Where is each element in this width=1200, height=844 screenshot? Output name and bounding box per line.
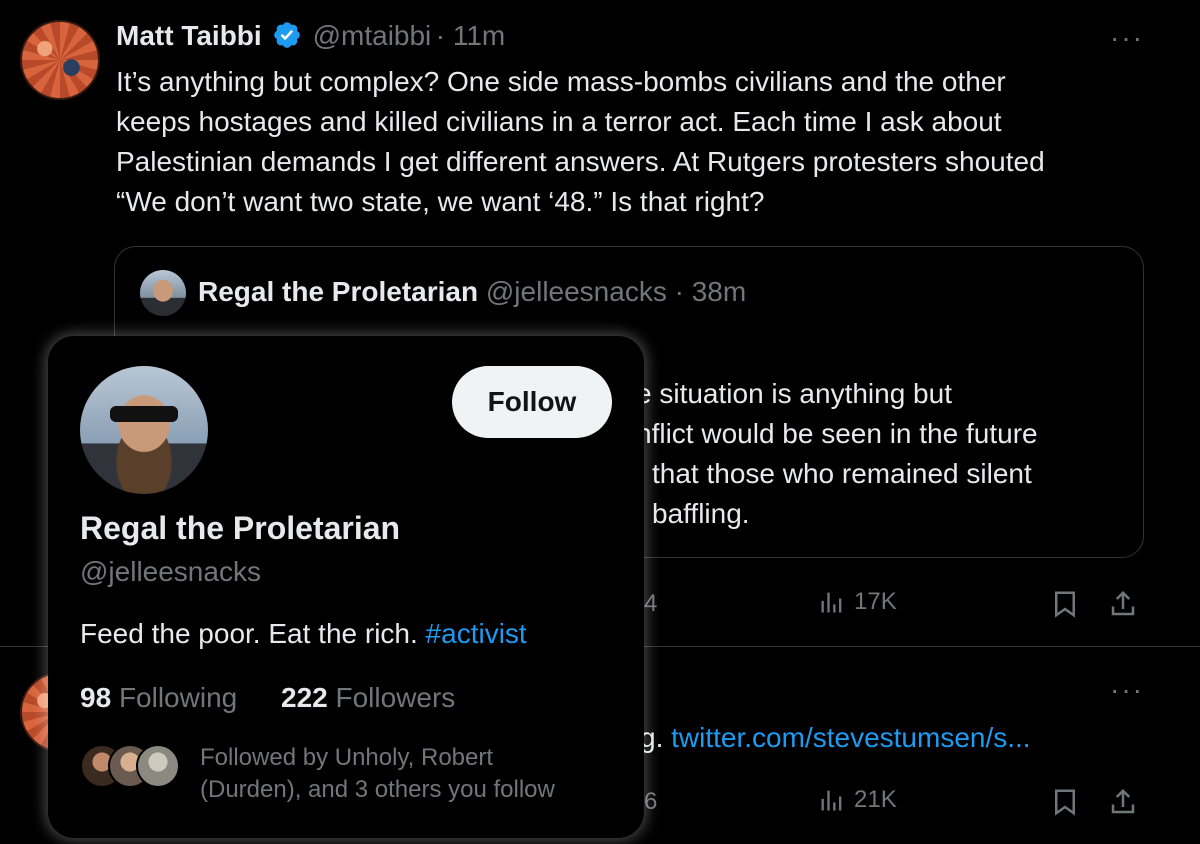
quoted-time[interactable]: · 38m — [675, 276, 747, 307]
followers-label: Followers — [335, 682, 456, 713]
followed-by-avatars[interactable] — [80, 742, 180, 788]
following-label: Following — [118, 682, 238, 713]
profile-hover-card: Follow Regal the Proletarian @jelleesnac… — [48, 336, 644, 838]
following-count: 98 — [80, 682, 112, 713]
views-action[interactable]: 17K — [818, 588, 897, 616]
hover-card-avatar[interactable] — [80, 366, 208, 494]
bookmark-icon[interactable] — [1050, 588, 1080, 620]
follow-button[interactable]: Follow — [452, 366, 612, 438]
quoted-line: nflict would be seen in the future — [636, 418, 1038, 449]
second-tweet-text: g. twitter.com/stevestumsen/s... — [640, 718, 1031, 758]
quoted-header: Regal the Proletarian @jelleesnacks · 38… — [198, 276, 746, 308]
quoted-avatar[interactable] — [140, 270, 186, 316]
tweet-line: Palestinian demands I get different answ… — [116, 146, 1045, 177]
author-handle[interactable]: @mtaibbi — [313, 20, 432, 51]
hover-card-bio: Feed the poor. Eat the rich. #activist — [80, 618, 527, 650]
follower-avatar — [136, 744, 180, 788]
reply-count-partial: 4 — [644, 590, 658, 617]
quoted-line: baffling. — [652, 498, 750, 529]
quoted-author-name[interactable]: Regal the Proletarian — [198, 276, 478, 307]
tweet-line: It’s anything but complex? One side mass… — [116, 66, 1006, 97]
quoted-line: that those who remained silent — [652, 458, 1032, 489]
tweet-body: It’s anything but complex? One side mass… — [116, 62, 1176, 222]
followed-by-line: (Durden), and 3 others you follow — [200, 776, 555, 803]
hover-card-handle[interactable]: @jelleesnacks — [80, 556, 261, 588]
followed-by-line: Followed by Unholy, Robert — [200, 744, 494, 771]
second-share-icon[interactable] — [1108, 786, 1138, 818]
matt-taibbi-avatar[interactable] — [20, 20, 100, 100]
tweet-time[interactable]: · 11m — [436, 20, 506, 51]
second-views-count: 21K — [854, 786, 897, 813]
verified-badge-icon — [274, 22, 300, 48]
analytics-icon — [821, 592, 842, 613]
quoted-body: e situation is anything but nflict would… — [636, 374, 1116, 534]
followed-by-text[interactable]: Followed by Unholy, Robert (Durden), and… — [200, 742, 555, 806]
following-link[interactable]: 98 Following — [80, 682, 245, 713]
tweet-header: Matt Taibbi @mtaibbi · 11m — [116, 20, 505, 52]
bio-hashtag[interactable]: #activist — [426, 618, 527, 649]
more-options-icon[interactable]: ··· — [1110, 22, 1144, 54]
second-tweet-link[interactable]: twitter.com/stevestumsen/s... — [671, 722, 1030, 753]
views-count: 17K — [854, 588, 897, 615]
followers-link[interactable]: 222 Followers — [281, 682, 455, 713]
author-name[interactable]: Matt Taibbi — [116, 20, 262, 51]
share-icon[interactable] — [1108, 588, 1138, 620]
second-reply-count-partial: 6 — [644, 788, 658, 815]
hover-card-name[interactable]: Regal the Proletarian — [80, 510, 400, 547]
second-more-options-icon[interactable]: ··· — [1110, 674, 1144, 706]
follow-stats: 98 Following 222 Followers — [80, 682, 455, 714]
analytics-icon — [821, 790, 842, 811]
second-views-action[interactable]: 21K — [818, 786, 897, 814]
tweet-line: “We don’t want two state, we want ‘48.” … — [116, 186, 765, 217]
quoted-line: e situation is anything but — [636, 378, 952, 409]
bio-text: Feed the poor. Eat the rich. — [80, 618, 426, 649]
tweet-line: keeps hostages and killed civilians in a… — [116, 106, 1002, 137]
second-bookmark-icon[interactable] — [1050, 786, 1080, 818]
quoted-handle[interactable]: @jelleesnacks — [486, 276, 667, 307]
followers-count: 222 — [281, 682, 328, 713]
